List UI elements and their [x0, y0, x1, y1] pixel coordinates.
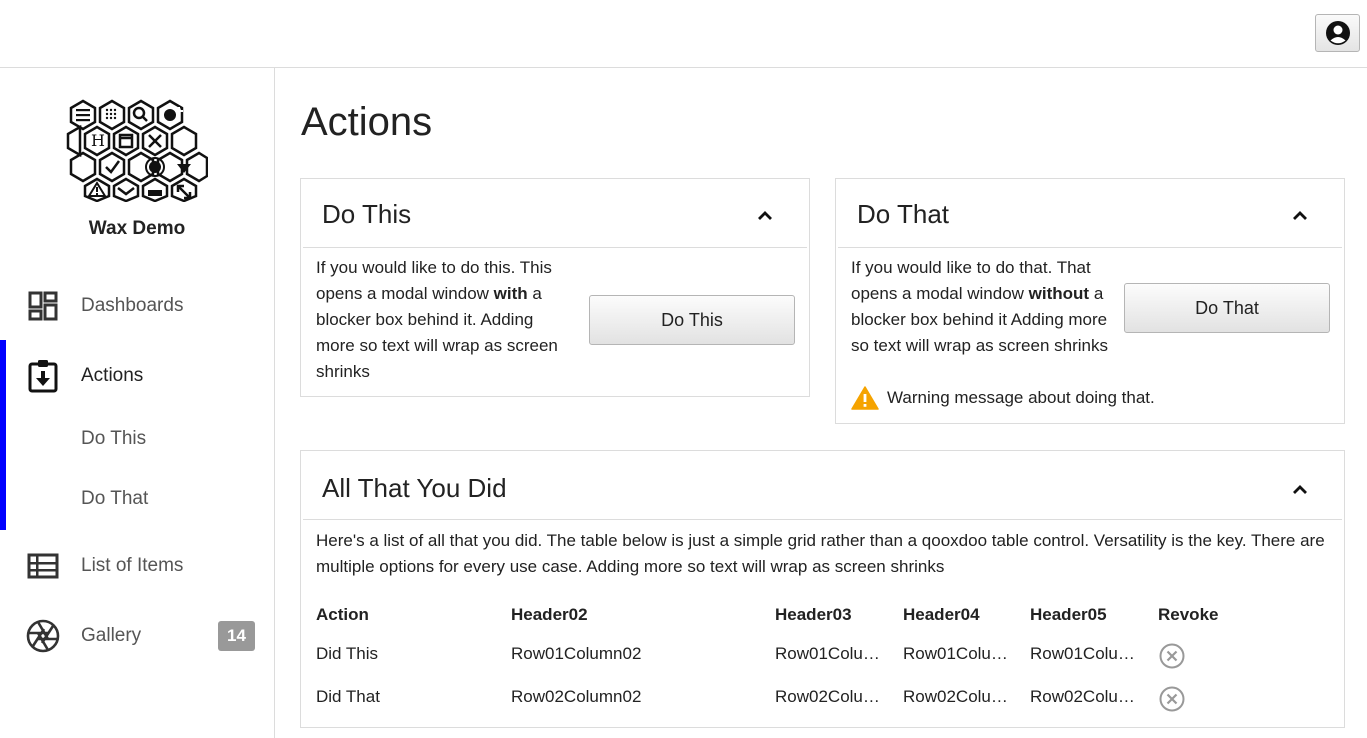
table-cell: Row01Column05: [1030, 644, 1136, 663]
sidebar-item-dashboards[interactable]: Dashboards: [0, 281, 274, 331]
column-header: Action: [316, 605, 369, 624]
sidebar-item-label: Actions: [81, 365, 144, 386]
sidebar-item-label: List of Items: [81, 555, 184, 576]
table-cell: Row02Column05: [1030, 687, 1136, 706]
page-title: Actions: [301, 100, 433, 144]
collapse-button[interactable]: [1290, 205, 1310, 225]
sidebar-item-label: Do That: [81, 488, 149, 509]
user-circle-icon: [1325, 21, 1350, 45]
table-cell: Did That: [316, 687, 380, 706]
column-header: Header05: [1030, 605, 1107, 624]
sidebar-item-label: Dashboards: [81, 295, 184, 316]
top-bar: [0, 0, 1367, 68]
sidebar-item-label: Do This: [81, 428, 147, 449]
warning-message: Warning message about doing that.: [851, 386, 1155, 410]
grid-header-row: Action Header02 Header03 Header04 Header…: [316, 601, 1336, 631]
app-logo: H: [66, 98, 209, 203]
do-this-button[interactable]: Do This: [589, 295, 795, 345]
description-emphasis: without: [1028, 284, 1090, 303]
do-that-button[interactable]: Do That: [1124, 283, 1330, 333]
sidebar-item-actions[interactable]: Actions: [0, 351, 274, 401]
card-title: Do This: [322, 199, 412, 229]
sidebar-item-list-of-items[interactable]: List of Items: [0, 541, 274, 591]
user-menu-button[interactable]: [1315, 14, 1360, 52]
table-row: Did That Row02Column02 Row02Column03 Row…: [316, 683, 1336, 713]
table-cell: Row02Column03: [775, 687, 881, 706]
table-cell: Row01Column04: [903, 644, 1009, 663]
svg-text:H: H: [91, 131, 105, 150]
divider: [303, 519, 1342, 520]
card-title: All That You Did: [322, 473, 507, 503]
table-cell: Did This: [316, 644, 379, 663]
count-badge: 14: [218, 621, 255, 651]
all-that-you-did-card: All That You Did Here's a list of all th…: [300, 450, 1345, 728]
all-that-description: Here's a list of all that you did. The t…: [316, 531, 1325, 576]
divider: [838, 247, 1342, 248]
table-cell: Row02Column02: [511, 687, 642, 706]
do-that-description: If you would like to do that. That opens…: [851, 255, 1121, 359]
column-header: Revoke: [1158, 605, 1219, 624]
warning-text: Warning message about doing that.: [887, 388, 1155, 407]
card-title: Do That: [857, 199, 950, 229]
chevron-up-icon: [1293, 485, 1307, 494]
table-cell: Row01Column03: [775, 644, 881, 663]
list-icon: [25, 548, 61, 584]
clipboard-download-icon: [25, 358, 61, 394]
collapse-button[interactable]: [755, 205, 775, 225]
do-this-card: Do This If you would like to do this. Th…: [300, 178, 810, 397]
sidebar-item-do-that[interactable]: Do That: [0, 474, 274, 524]
close-circle-icon: [1159, 643, 1185, 669]
app-name: Wax Demo: [88, 218, 186, 239]
do-that-card: Do That If you would like to do that. Th…: [835, 178, 1345, 424]
card-header: Do This: [301, 179, 809, 248]
table-row: Did This Row01Column02 Row01Column03 Row…: [316, 640, 1336, 670]
aperture-icon: [25, 618, 61, 654]
column-header: Header03: [775, 605, 852, 624]
column-header: Header04: [903, 605, 980, 624]
chevron-up-icon: [758, 211, 772, 220]
divider: [303, 247, 807, 248]
card-header: Do That: [836, 179, 1344, 248]
sidebar-item-label: Gallery: [81, 625, 142, 646]
revoke-button[interactable]: [1159, 686, 1185, 717]
sidebar-item-gallery[interactable]: Gallery 14: [0, 611, 274, 661]
sidebar: H Wax Demo Dashboards Actions Do This Do…: [0, 68, 275, 738]
dashboard-icon: [25, 288, 61, 324]
table-cell: Row02Column04: [903, 687, 1009, 706]
do-this-description: If you would like to do this. This opens…: [316, 255, 571, 385]
revoke-button[interactable]: [1159, 643, 1185, 674]
chevron-up-icon: [1293, 211, 1307, 220]
close-circle-icon: [1159, 686, 1185, 712]
card-header: All That You Did: [301, 451, 1344, 520]
collapse-button[interactable]: [1290, 479, 1310, 499]
warning-icon: [851, 386, 879, 410]
description-emphasis: with: [493, 284, 528, 303]
sidebar-item-do-this[interactable]: Do This: [0, 414, 274, 464]
column-header: Header02: [511, 605, 588, 624]
table-cell: Row01Column02: [511, 644, 642, 663]
